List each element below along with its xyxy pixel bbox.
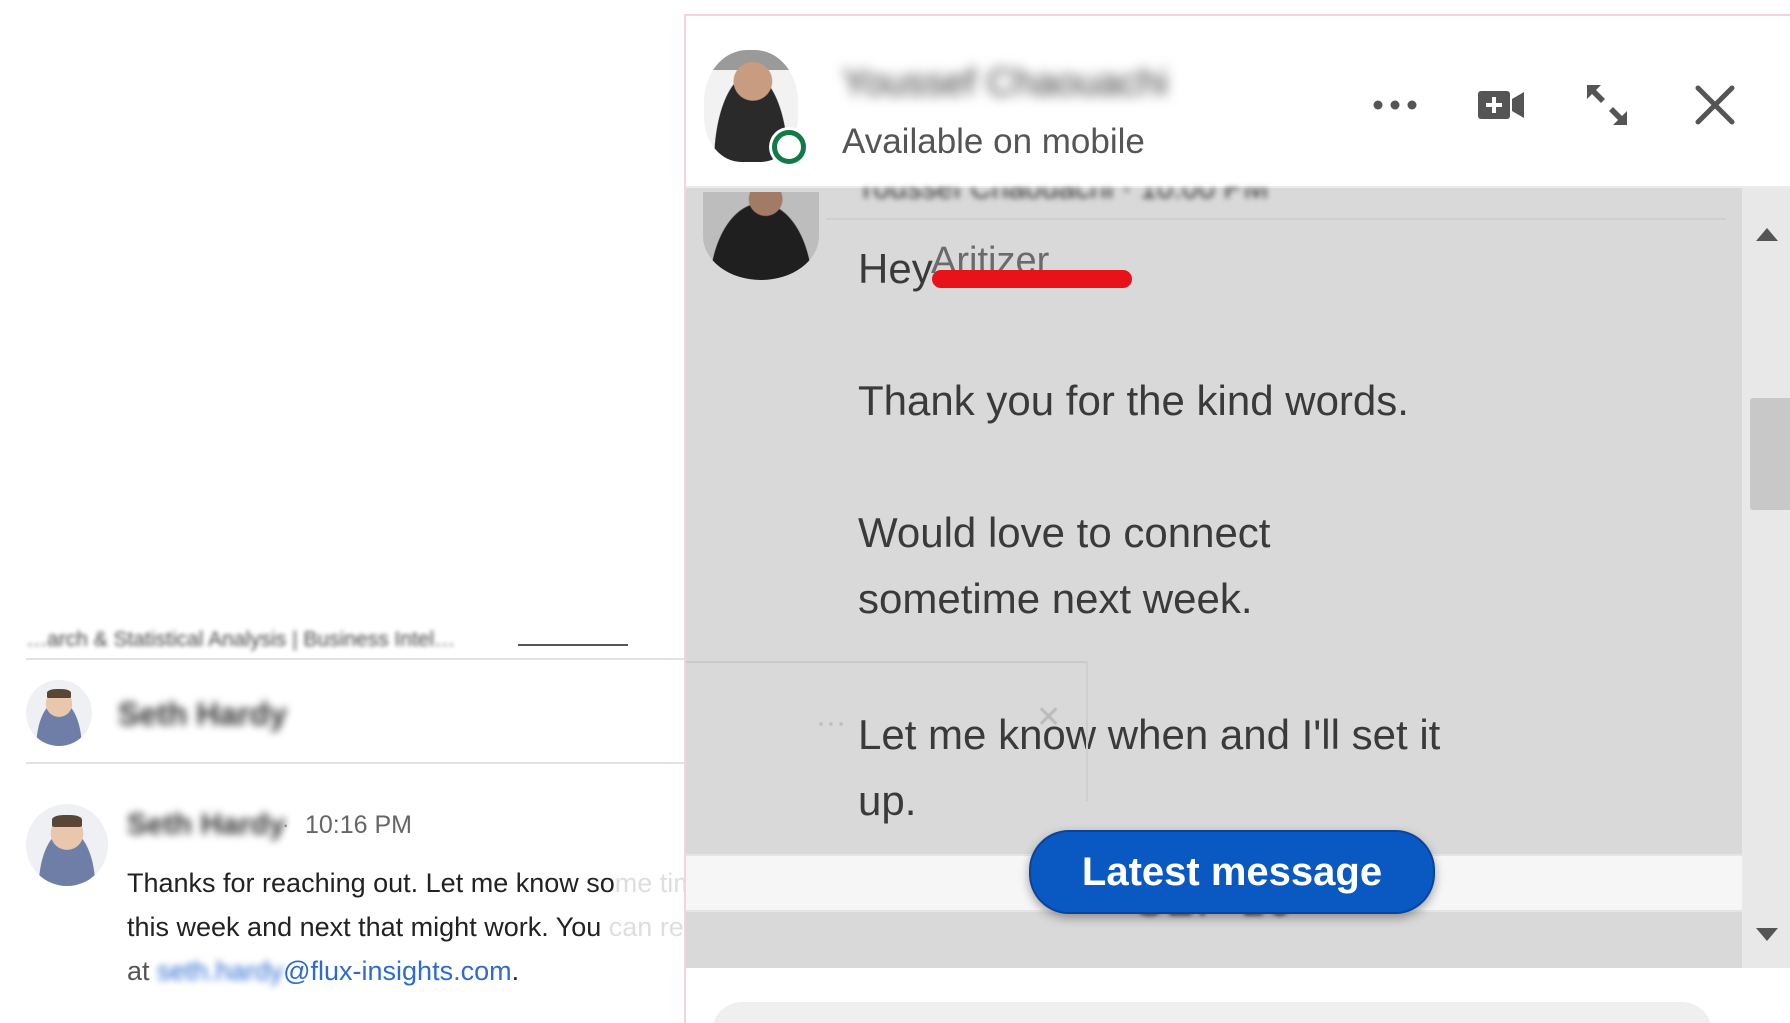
video-plus-icon [1478,91,1524,119]
message-timestamp: 10:16 PM [305,811,413,839]
contact-name[interactable]: Youssef Chaouachi [842,62,1168,105]
divider [826,218,1726,220]
message-paragraph: up. [858,777,917,824]
compose-area [686,968,1790,1023]
message-paragraph: Thank you for the kind words. [858,377,1409,424]
expand-arrows-icon [1587,85,1627,125]
scroll-up-icon[interactable] [1756,228,1778,241]
contact-name[interactable]: Seth Hardy [118,696,287,733]
message-greeting: Hey [858,236,933,302]
ghost-divider [686,661,1086,663]
scroll-thumb[interactable] [1750,398,1790,510]
close-icon [1695,85,1735,125]
more-options-button[interactable] [1360,70,1430,140]
sender-avatar[interactable] [26,804,108,886]
chat-popup: Youssef Chaouachi Available on mobile He… [684,14,1790,1023]
separator-dot: · [282,812,290,837]
ellipsis-icon [1373,100,1417,110]
email-link-domain[interactable]: @flux-insights.com [283,956,511,986]
message-text: this week and next that might work. You [127,912,609,942]
latest-message-button[interactable]: Latest message [1029,830,1435,914]
greeting-text: Hey [858,245,933,292]
scroll-down-icon[interactable] [1756,928,1778,941]
contact-avatar[interactable] [26,680,92,746]
message-text: at [127,956,158,986]
expand-button[interactable] [1572,70,1642,140]
profile-headline: …arch & Statistical Analysis | Business … [26,628,456,651]
headline-underline [518,644,628,646]
message-text: . [511,956,520,986]
message-paragraph: Let me know when and I'll set it [858,711,1441,758]
message-paragraph: Would love to connect [858,509,1271,556]
message-line: this week and next that might work. You … [127,912,772,943]
message-text: Thanks for reaching out. Let me know so [127,868,615,898]
online-status-icon [772,130,806,164]
ghost-ellipsis-icon: ··· [816,706,846,739]
message-paragraph: sometime next week. [858,575,1253,622]
availability-status: Available on mobile [842,122,1145,161]
divider [26,658,690,660]
video-call-button[interactable] [1466,70,1536,140]
chat-header[interactable]: Youssef Chaouachi Available on mobile [686,16,1790,188]
email-link-user[interactable]: seth.hardy [157,956,283,987]
close-button[interactable] [1680,70,1750,140]
ghost-divider [1086,661,1088,801]
ghost-close-icon: ✕ [1036,701,1062,734]
divider [26,762,690,764]
message-input[interactable] [712,1002,1712,1023]
redaction-mark [932,270,1132,288]
scrollbar[interactable] [1742,188,1790,968]
message-line: at seth.hardy@flux-insights.com. [127,956,519,987]
background-conversation: …arch & Statistical Analysis | Business … [0,0,784,1021]
sender-header-clipped: Youssef Chaouachi · 10:00 PM [856,188,1269,202]
sender-name[interactable]: Seth Hardy [127,808,285,842]
sender-avatar[interactable] [703,192,819,280]
